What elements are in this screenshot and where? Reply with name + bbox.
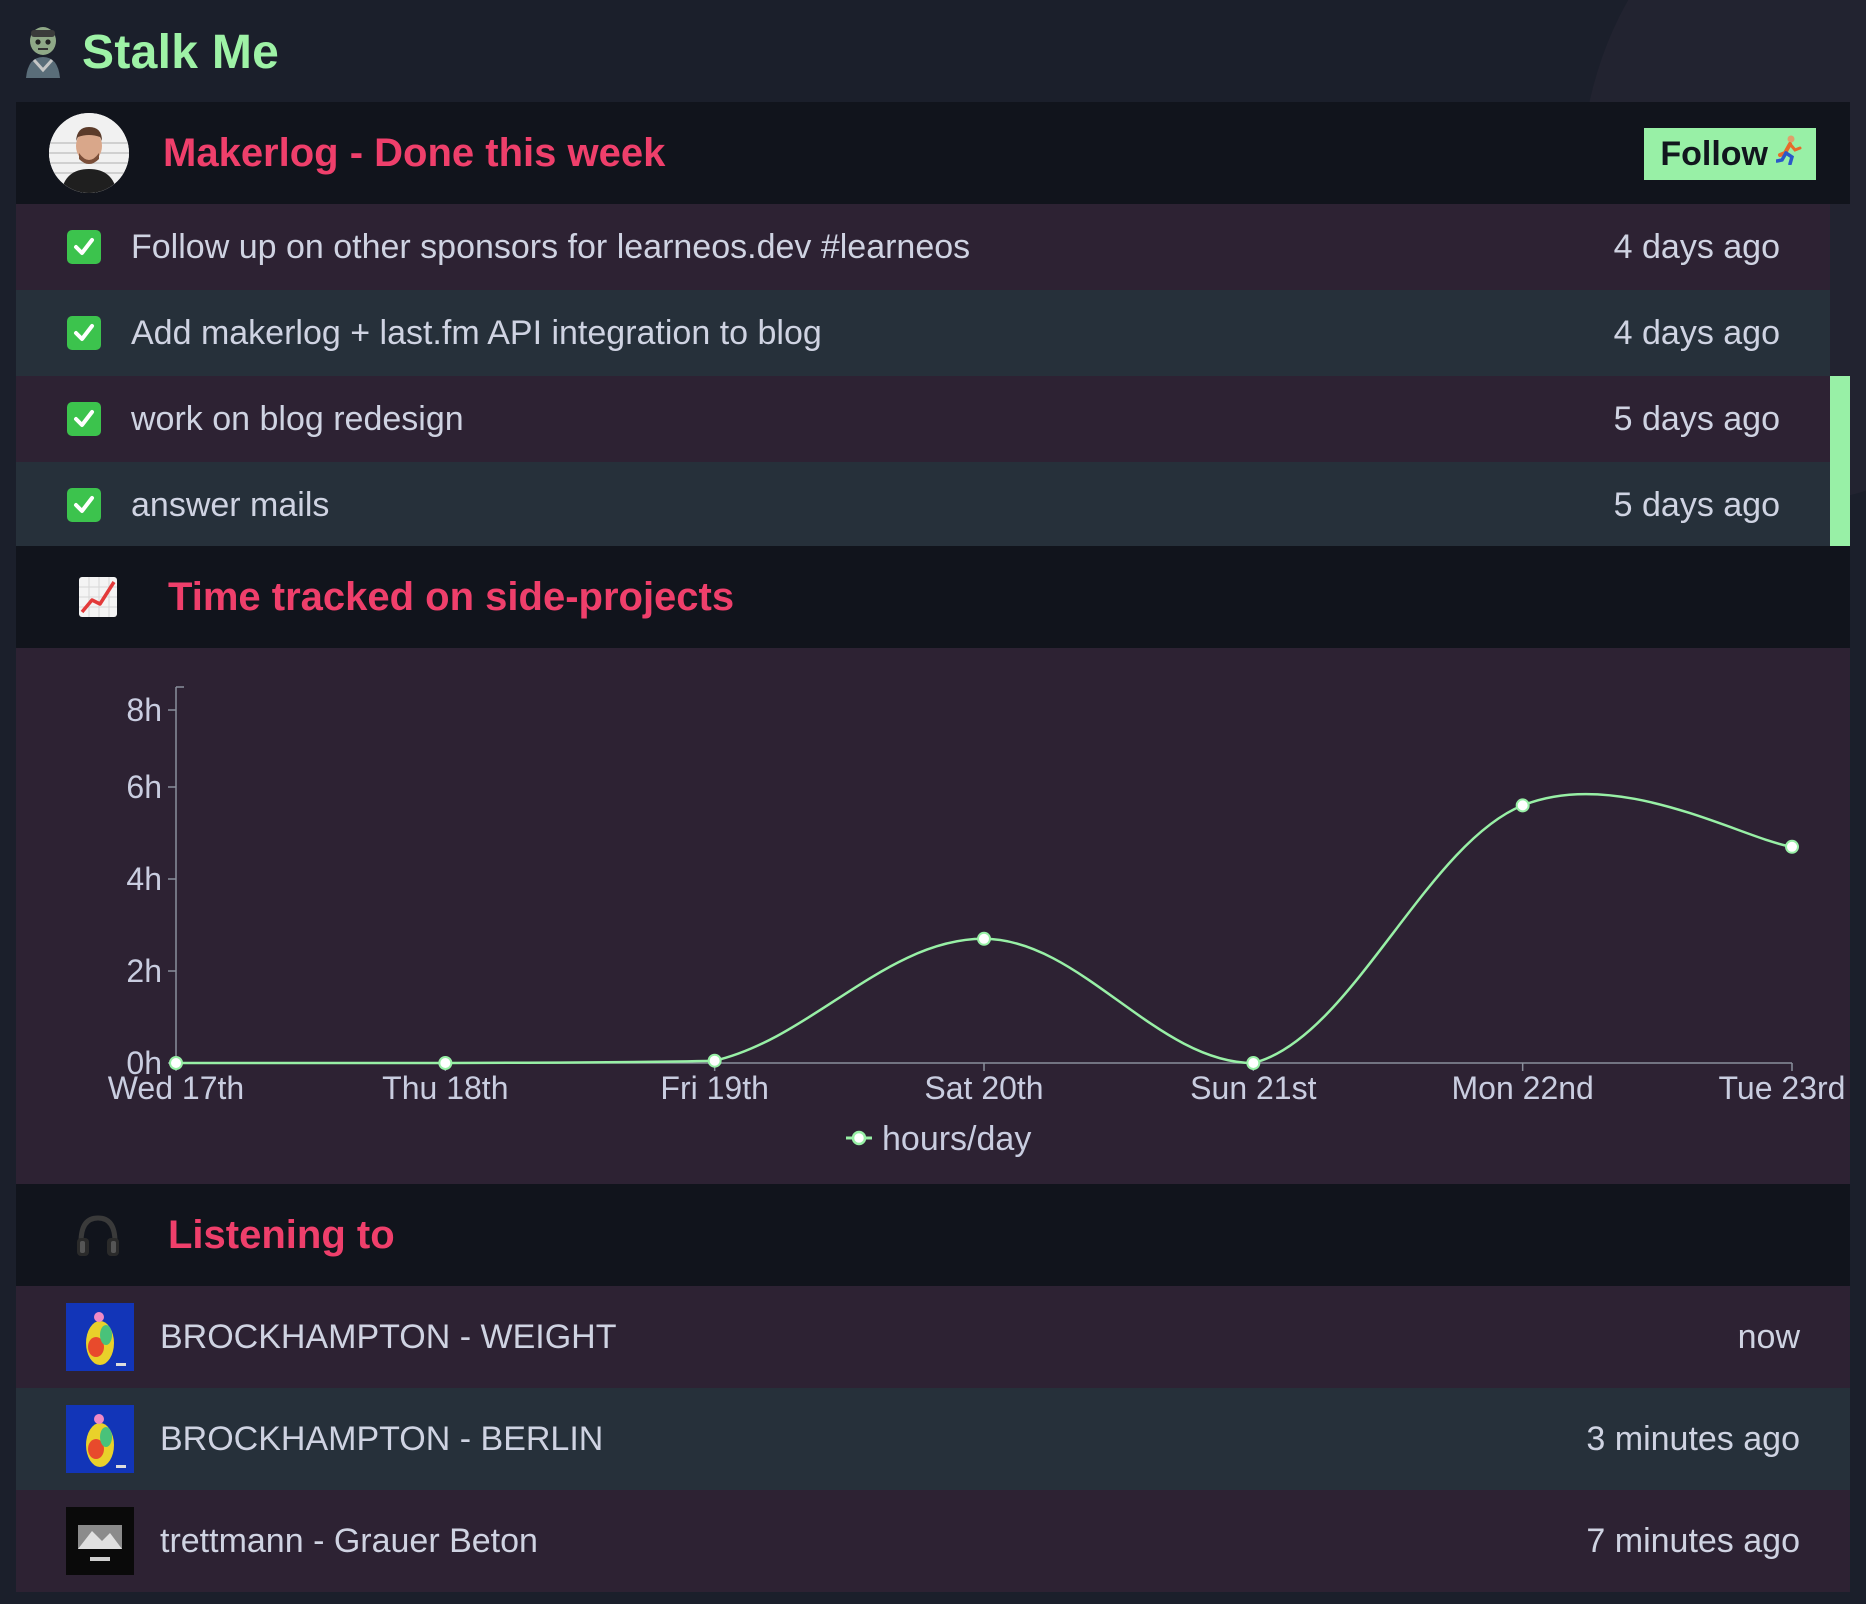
album-cover [66,1405,134,1473]
data-point [1515,798,1530,813]
series-line [176,792,1793,1065]
task-text: Follow up on other sponsors for learneos… [131,227,971,266]
runner-icon [1775,135,1802,174]
album-cover [66,1303,134,1371]
task-time: 5 days ago [1613,485,1780,524]
track-time: now [1737,1317,1800,1356]
track-title: BROCKHAMPTON - BERLIN [160,1419,604,1458]
follow-button[interactable]: Follow [1644,128,1816,180]
check-mark-icon [67,316,101,350]
check-mark-icon [67,488,101,522]
follow-label: Follow [1660,134,1768,173]
app-header: Stalk Me [16,12,279,92]
makerlog-panel: Makerlog - Done this week Follow Follow … [16,102,1850,548]
data-point [977,931,991,946]
makerlog-header: Makerlog - Done this week Follow [16,102,1850,204]
legend-label: hours/day [882,1120,1031,1158]
app-title: Stalk Me [82,25,280,79]
x-tick-label: Fri 19th [660,1070,768,1106]
list-item[interactable]: work on blog redesign 5 days ago [16,376,1830,462]
listening-panel: Listening to BROCKHAMPTON - WEIGHT now B… [16,1184,1850,1592]
makerlog-title: Makerlog - Done this week [163,130,666,175]
list-item[interactable]: BROCKHAMPTON - WEIGHT now [16,1286,1850,1388]
time-tracked-title: Time tracked on side-projects [168,574,735,619]
x-tick-label: Thu 18th [382,1070,508,1106]
data-point [1246,1056,1261,1070]
list-item[interactable]: answer mails 5 days ago [16,462,1830,548]
list-item[interactable]: BROCKHAMPTON - BERLIN 3 minutes ago [16,1388,1850,1490]
avatar[interactable] [49,113,129,193]
x-tick-label: Sat 20th [924,1070,1043,1106]
list-item[interactable]: Follow up on other sponsors for learneos… [16,204,1830,290]
task-text: work on blog redesign [131,399,464,438]
time-tracked-panel: Time tracked on side-projects 0h 2h 4h 6h 8h… [16,546,1850,1184]
track-time: 3 minutes ago [1586,1419,1800,1458]
chart-increasing-icon [68,567,128,627]
data-point [707,1053,722,1068]
y-tick-label: 4h [126,861,162,897]
album-cover [66,1507,134,1575]
page: Stalk Me Makerlog - Done this week Follo… [0,0,1866,1604]
x-tick-label: Tue 23rd [1719,1070,1846,1106]
track-time: 7 minutes ago [1586,1521,1800,1560]
data-point [438,1056,453,1070]
y-tick-label: 2h [126,953,162,989]
x-tick-label: Mon 22nd [1452,1070,1594,1106]
y-tick-label: 8h [126,692,162,728]
task-time: 5 days ago [1613,399,1780,438]
legend-marker [851,1130,867,1146]
task-time: 4 days ago [1613,227,1780,266]
chart-area: 0h 2h 4h 6h 8h Wed 17th Thu 18th Fri 19th Sat 20… [16,648,1850,1184]
x-tick-label: Wed 17th [108,1070,244,1106]
listening-title: Listening to [168,1212,395,1257]
task-text: Add makerlog + last.fm API integration t… [131,313,822,352]
time-tracked-header: Time tracked on side-projects [16,546,1850,648]
x-tick-label: Sun 21st [1190,1070,1316,1106]
track-title: trettmann - Grauer Beton [160,1521,538,1560]
scrollbar[interactable] [1830,376,1850,548]
y-tick-label: 6h [126,769,162,805]
track-title: BROCKHAMPTON - WEIGHT [160,1317,617,1356]
check-mark-icon [67,402,101,436]
list-item[interactable]: trettmann - Grauer Beton 7 minutes ago [16,1490,1850,1592]
data-point [1785,839,1799,854]
listening-header: Listening to [16,1184,1850,1286]
line-chart: 0h2h4h6h8hWed 17th Thu 18th Fri 19th Sat 20… [108,686,1846,1158]
check-mark-icon [67,230,101,264]
task-list: Follow up on other sponsors for learneos… [16,204,1850,548]
data-point [169,1056,183,1070]
headphones-icon [68,1205,128,1265]
list-item[interactable]: Add makerlog + last.fm API integration t… [16,290,1830,376]
zombie-icon [16,22,70,82]
task-time: 4 days ago [1613,313,1780,352]
task-text: answer mails [131,485,330,524]
